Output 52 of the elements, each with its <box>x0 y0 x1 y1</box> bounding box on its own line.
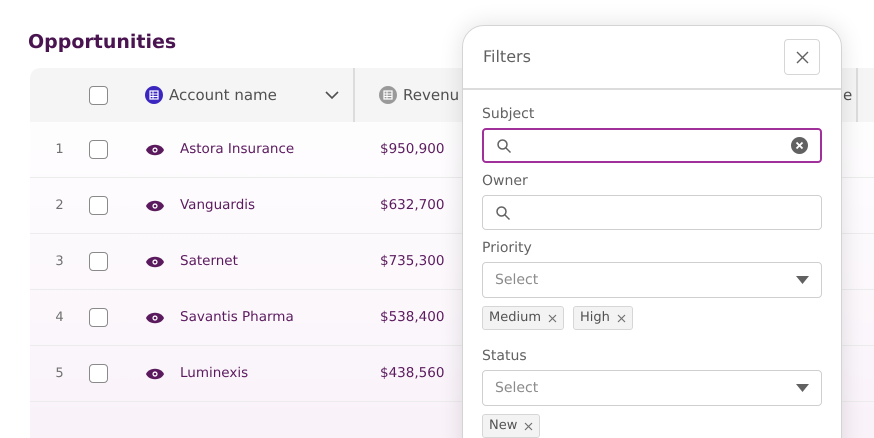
panel-title: Filters <box>483 46 531 68</box>
remove-icon[interactable] <box>616 314 626 322</box>
table-cell-text: $438,560 <box>380 364 444 384</box>
field-label: Subject <box>482 105 534 124</box>
table-icon <box>379 86 397 104</box>
checkbox[interactable] <box>89 252 108 271</box>
checkbox[interactable] <box>89 308 108 327</box>
column-header[interactable]: e <box>843 84 852 106</box>
account-link[interactable]: Vanguardis <box>180 195 380 216</box>
page-title: Opportunities <box>28 30 176 54</box>
checkbox[interactable] <box>89 86 108 104</box>
filter-tag[interactable]: High <box>572 306 633 330</box>
table-cell-text: $950,900 <box>380 140 444 160</box>
remove-icon[interactable] <box>524 422 534 430</box>
close-icon <box>796 50 808 64</box>
filter-tag[interactable]: New <box>482 414 540 438</box>
dropdown-arrow-icon <box>796 384 809 392</box>
eye-icon[interactable] <box>146 144 164 156</box>
account-link[interactable]: Savantis Pharma <box>180 307 380 328</box>
search-icon <box>495 204 511 220</box>
search-field[interactable] <box>482 128 822 163</box>
checkbox[interactable] <box>89 364 108 383</box>
dropdown-arrow-icon <box>796 276 809 284</box>
eye-icon[interactable] <box>146 312 164 324</box>
field-label: Owner <box>482 172 528 191</box>
close-button[interactable] <box>784 39 820 75</box>
eye-icon[interactable] <box>146 368 164 380</box>
account-link[interactable]: Saternet <box>180 251 380 272</box>
checkbox[interactable] <box>89 196 108 215</box>
eye-icon[interactable] <box>146 200 164 212</box>
chevron-down-icon[interactable] <box>325 90 339 100</box>
account-link[interactable]: Luminexis <box>180 363 380 384</box>
eye-icon[interactable] <box>146 256 164 268</box>
row-number: 1 <box>54 140 65 159</box>
table-icon <box>145 86 163 104</box>
field-label: Status <box>482 347 527 366</box>
checkbox[interactable] <box>89 140 108 159</box>
filter-tag[interactable]: Medium <box>482 306 564 330</box>
account-link[interactable]: Astora Insurance <box>180 139 380 160</box>
table-cell-text: $632,700 <box>380 196 444 216</box>
table-cell-text: $538,400 <box>380 308 444 328</box>
column-header[interactable]: Account name <box>169 84 277 106</box>
search-icon <box>496 138 512 154</box>
column-header[interactable]: Revenu <box>403 84 460 106</box>
field-label: Priority <box>482 239 532 258</box>
table-cell-text: $735,300 <box>380 252 444 272</box>
row-number: 4 <box>54 308 65 327</box>
clear-icon[interactable] <box>791 137 808 154</box>
row-number: 3 <box>54 252 65 271</box>
row-number: 5 <box>54 364 65 383</box>
remove-icon[interactable] <box>548 314 557 322</box>
row-number: 2 <box>54 196 65 215</box>
